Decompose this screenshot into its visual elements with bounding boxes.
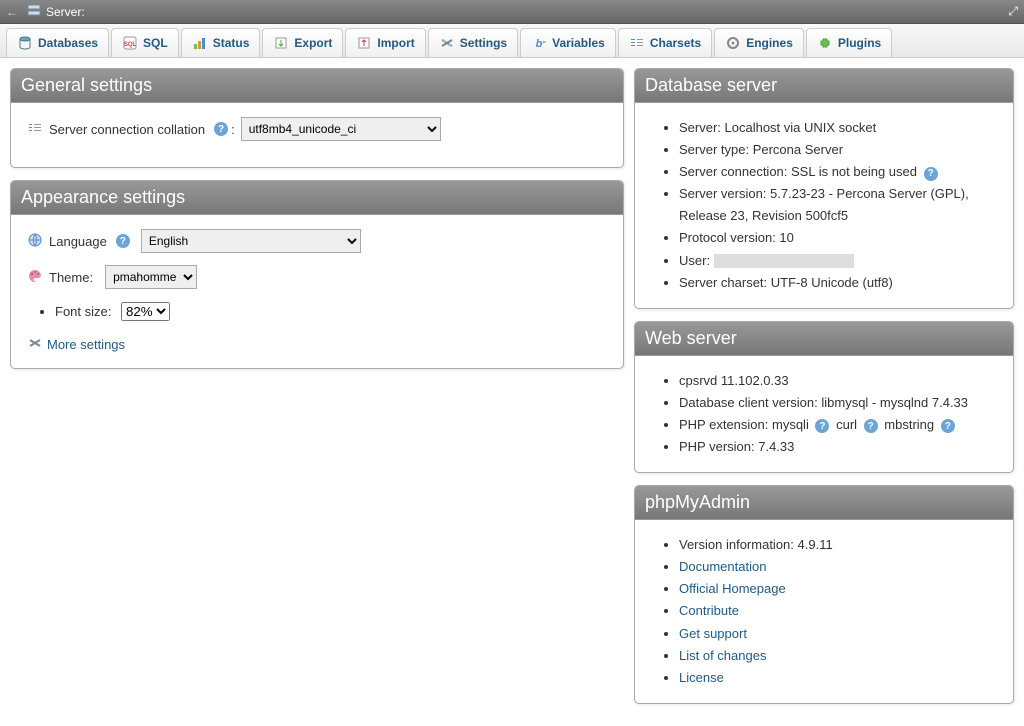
database-icon bbox=[17, 35, 33, 51]
import-icon bbox=[356, 35, 372, 51]
pma-changes-link[interactable]: List of changes bbox=[679, 648, 766, 663]
wrench-icon bbox=[27, 335, 43, 354]
database-server-title: Database server bbox=[635, 69, 1013, 103]
list-item: Contribute bbox=[679, 600, 997, 622]
pma-documentation-link[interactable]: Documentation bbox=[679, 559, 766, 574]
appearance-settings-panel: Appearance settings Language ? English T… bbox=[10, 180, 624, 369]
language-label: Language bbox=[49, 234, 107, 249]
appearance-settings-title: Appearance settings bbox=[11, 181, 623, 215]
list-item: Get support bbox=[679, 623, 997, 645]
list-item: License bbox=[679, 667, 997, 689]
list-item: Server connection: SSL is not being used… bbox=[679, 161, 997, 183]
breadcrumb-server-label: Server: bbox=[46, 5, 85, 19]
web-server-panel: Web server cpsrvd 11.102.0.33 Database c… bbox=[634, 321, 1014, 473]
engines-icon bbox=[725, 35, 741, 51]
theme-select[interactable]: pmahomme bbox=[105, 265, 197, 289]
tab-settings[interactable]: Settings bbox=[428, 28, 518, 57]
pma-license-link[interactable]: License bbox=[679, 670, 724, 685]
general-settings-title: General settings bbox=[11, 69, 623, 103]
redacted-user bbox=[714, 254, 854, 268]
pma-contribute-link[interactable]: Contribute bbox=[679, 603, 739, 618]
collation-icon bbox=[27, 120, 43, 139]
tab-import[interactable]: Import bbox=[345, 28, 425, 57]
list-item: Protocol version: 10 bbox=[679, 227, 997, 249]
breadcrumb-bar: ← Server: ⤢ bbox=[0, 0, 1024, 24]
help-icon[interactable]: ? bbox=[941, 419, 955, 433]
tab-bar: Databases SQL SQL Status Export Import S… bbox=[0, 24, 1024, 58]
collation-select[interactable]: utf8mb4_unicode_ci bbox=[241, 117, 441, 141]
help-icon[interactable]: ? bbox=[924, 167, 938, 181]
phpmyadmin-panel: phpMyAdmin Version information: 4.9.11 D… bbox=[634, 485, 1014, 704]
expand-icon[interactable]: ⤢ bbox=[1008, 4, 1018, 19]
fontsize-label: Font size: bbox=[55, 304, 111, 319]
list-item: Server: Localhost via UNIX socket bbox=[679, 117, 997, 139]
svg-text:SQL: SQL bbox=[124, 42, 137, 48]
list-item: List of changes bbox=[679, 645, 997, 667]
settings-icon bbox=[439, 35, 455, 51]
general-settings-panel: General settings Server connection colla… bbox=[10, 68, 624, 168]
theme-label: Theme: bbox=[49, 270, 93, 285]
list-item: Database client version: libmysql - mysq… bbox=[679, 392, 997, 414]
tab-sql[interactable]: SQL SQL bbox=[111, 28, 179, 57]
web-server-title: Web server bbox=[635, 322, 1013, 356]
status-icon bbox=[192, 35, 208, 51]
pma-homepage-link[interactable]: Official Homepage bbox=[679, 581, 786, 596]
list-item: Documentation bbox=[679, 556, 997, 578]
list-item: User: bbox=[679, 250, 997, 272]
language-select[interactable]: English bbox=[141, 229, 361, 253]
pma-support-link[interactable]: Get support bbox=[679, 626, 747, 641]
plugins-icon bbox=[817, 35, 833, 51]
charsets-icon bbox=[629, 35, 645, 51]
tab-variables[interactable]: b Variables bbox=[520, 28, 616, 57]
list-item: PHP version: 7.4.33 bbox=[679, 436, 997, 458]
database-server-panel: Database server Server: Localhost via UN… bbox=[634, 68, 1014, 309]
back-arrow-icon[interactable]: ← bbox=[6, 5, 18, 19]
list-item: cpsrvd 11.102.0.33 bbox=[679, 370, 997, 392]
help-icon[interactable]: ? bbox=[214, 122, 228, 136]
list-item: Official Homepage bbox=[679, 578, 997, 600]
tab-charsets[interactable]: Charsets bbox=[618, 28, 712, 57]
tab-export[interactable]: Export bbox=[262, 28, 343, 57]
list-item: Version information: 4.9.11 bbox=[679, 534, 997, 556]
collation-label: Server connection collation bbox=[49, 122, 205, 137]
server-icon bbox=[26, 2, 42, 21]
help-icon[interactable]: ? bbox=[815, 419, 829, 433]
phpmyadmin-title: phpMyAdmin bbox=[635, 486, 1013, 520]
tab-status[interactable]: Status bbox=[181, 28, 261, 57]
variables-icon: b bbox=[531, 35, 547, 51]
more-settings-link[interactable]: More settings bbox=[47, 337, 125, 352]
language-icon bbox=[27, 232, 43, 251]
tab-plugins[interactable]: Plugins bbox=[806, 28, 892, 57]
list-item: Server version: 5.7.23-23 - Percona Serv… bbox=[679, 183, 997, 227]
tab-engines[interactable]: Engines bbox=[714, 28, 804, 57]
main-content: General settings Server connection colla… bbox=[0, 58, 1024, 726]
export-icon bbox=[273, 35, 289, 51]
list-item: Server charset: UTF-8 Unicode (utf8) bbox=[679, 272, 997, 294]
fontsize-select[interactable]: 82% bbox=[121, 302, 170, 321]
help-icon[interactable]: ? bbox=[864, 419, 878, 433]
list-item: PHP extension: mysqli ? curl ? mbstring … bbox=[679, 414, 997, 436]
sql-icon: SQL bbox=[122, 35, 138, 51]
list-item: Server type: Percona Server bbox=[679, 139, 997, 161]
help-icon[interactable]: ? bbox=[116, 234, 130, 248]
theme-icon bbox=[27, 268, 43, 287]
svg-text:b: b bbox=[536, 38, 543, 50]
tab-databases[interactable]: Databases bbox=[6, 28, 109, 57]
